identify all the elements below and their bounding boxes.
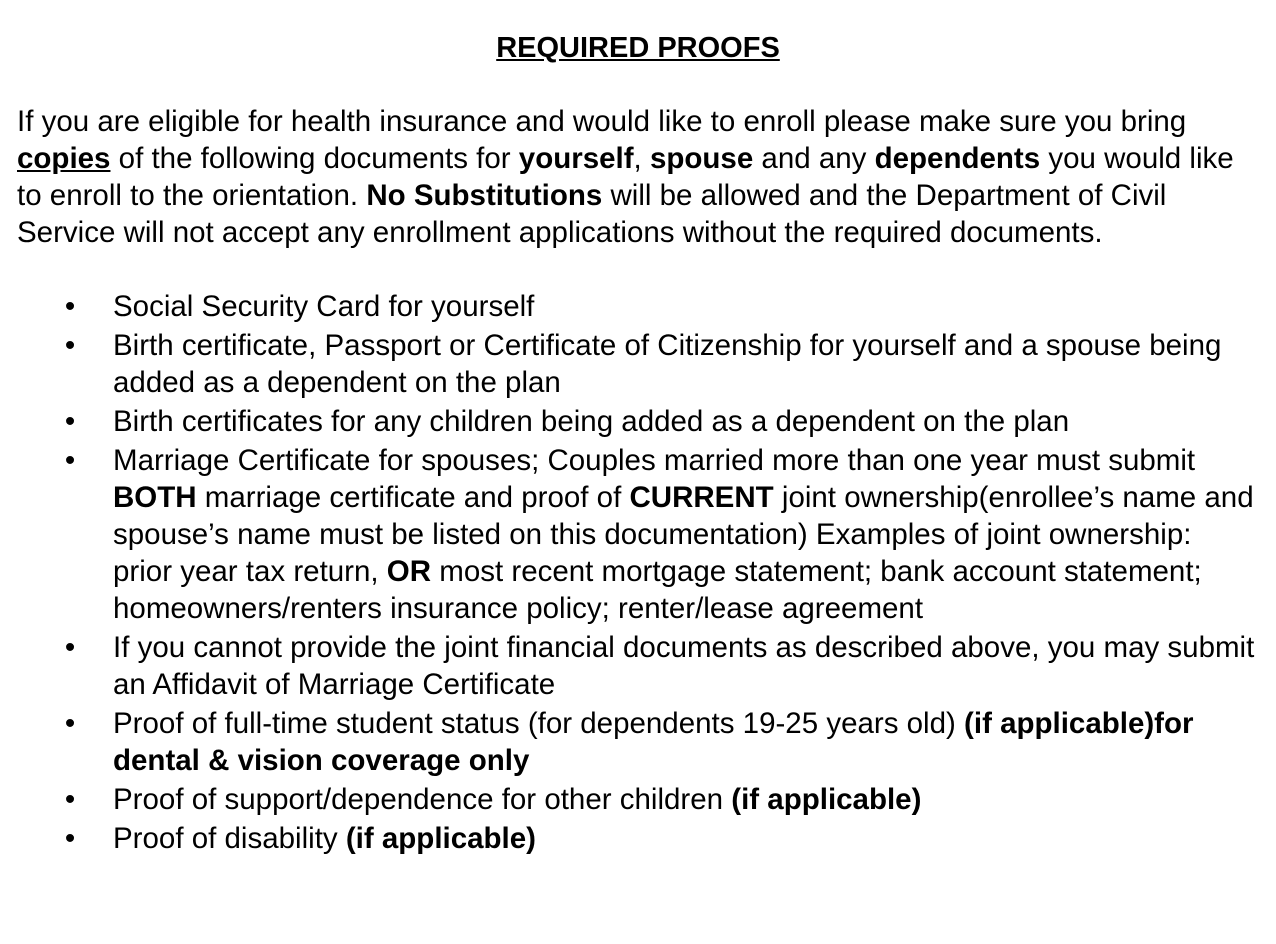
bullet-icon: • — [64, 405, 76, 438]
page-title: REQUIRED PROOFS — [496, 32, 780, 64]
both-emphasis: BOTH — [113, 481, 197, 514]
no-substitutions-emphasis: No Substitutions — [366, 179, 603, 212]
bullet-icon: • — [64, 290, 76, 323]
bullet-icon: • — [64, 707, 76, 740]
current-emphasis: CURRENT — [629, 481, 774, 514]
list-item-birth-certificate: • Birth certificate, Passport or Certific… — [17, 327, 1257, 401]
dependents-emphasis: dependents — [874, 142, 1041, 175]
copies-emphasis: copies — [17, 142, 111, 175]
bullet-icon: • — [64, 631, 76, 664]
intro-text-4: and any — [753, 142, 875, 175]
list-item-student-status: • Proof of full-time student status (for … — [17, 705, 1257, 779]
required-proofs-list: • Social Security Card for yourself • Birt… — [17, 288, 1276, 857]
list-item-text: Proof of full-time student status (for d… — [113, 707, 965, 740]
bullet-icon: • — [64, 783, 76, 816]
bullet-icon: • — [64, 822, 76, 855]
list-item-children-birth-certificates: • Birth certificates for any children bei… — [17, 403, 1257, 440]
if-applicable-emphasis: (if applicable) — [731, 783, 922, 816]
intro-text-3: , — [633, 142, 650, 175]
list-item-text: Proof of support/dependence for other ch… — [113, 783, 732, 816]
intro-text-2: of the following documents for — [110, 142, 519, 175]
list-item-text: If you cannot provide the joint financia… — [113, 631, 1255, 701]
list-item-text: Birth certificate, Passport or Certifica… — [113, 329, 1222, 399]
list-item-support-dependence: • Proof of support/dependence for other c… — [17, 781, 1257, 818]
document-page: REQUIRED PROOFS If you are eligible for … — [0, 0, 1276, 944]
list-item-text: Social Security Card for yourself — [113, 290, 535, 323]
list-item-text: marriage certificate and proof of — [196, 481, 630, 514]
spouse-emphasis: spouse — [649, 142, 754, 175]
list-item-text: Birth certificates for any children bein… — [113, 405, 1070, 438]
if-applicable-emphasis: (if applicable) — [345, 822, 536, 855]
list-item-text: Marriage Certificate for spouses; Couple… — [113, 444, 1196, 477]
bullet-icon: • — [64, 329, 76, 362]
list-item-marriage-certificate: • Marriage Certificate for spouses; Coupl… — [17, 442, 1257, 627]
intro-text-1: If you are eligible for health insurance… — [17, 105, 1187, 138]
yourself-emphasis: yourself — [518, 142, 634, 175]
bullet-icon: • — [64, 444, 76, 477]
or-emphasis: OR — [386, 555, 432, 588]
list-item-disability: • Proof of disability (if applicable) — [17, 820, 1257, 857]
list-item-affidavit: • If you cannot provide the joint financi… — [17, 629, 1257, 703]
list-item-social-security: • Social Security Card for yourself — [17, 288, 1257, 325]
intro-paragraph: If you are eligible for health insurance… — [17, 103, 1257, 251]
list-item-text: Proof of disability — [113, 822, 346, 855]
